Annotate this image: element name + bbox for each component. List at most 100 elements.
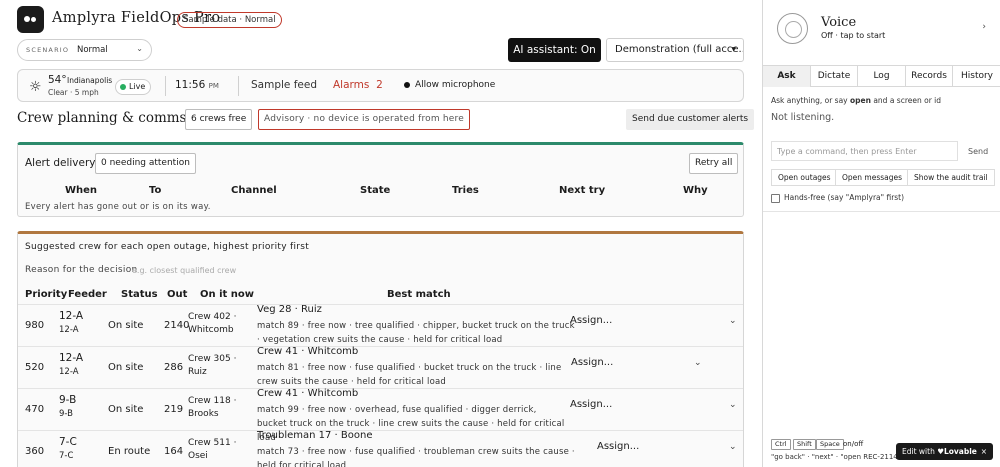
allow-microphone-button[interactable]: Allow microphone [404,80,495,90]
edit-with-lovable-badge[interactable]: Edit with ♥Lovable × [896,443,993,460]
command-input[interactable] [771,141,958,161]
weather-conditions: Clear · 5 mph [48,88,99,97]
live-badge: Live [115,79,152,95]
needing-attention-filter[interactable]: 0 needing attention [95,153,196,174]
feeder-sub-cell: 12-A [59,367,79,377]
alert-delivery-panel: Alert delivery 0 needing attention Retry… [17,142,744,217]
feeder-sub-cell: 7-C [59,451,74,461]
tab-dictate[interactable]: Dictate [811,66,858,87]
suggested-crew-panel: Suggested crew for each open outage, hig… [17,231,744,467]
on-it-now-cell: Crew 511 · Osei [188,438,237,461]
column-header: Tries [452,185,479,196]
hands-free-label: Hands-free (say "Amplyra" first) [784,193,905,202]
scenario-select[interactable]: SCENARIO Normal ⌄ [17,39,152,61]
temperature: 54° [48,74,67,86]
column-header: When [65,185,98,196]
open-messages-button[interactable]: Open messages [835,169,910,186]
status-cell: On site [108,320,144,331]
on-it-now-cell: Crew 402 · Whitcomb [188,312,237,335]
clock-time: 11:56 [175,79,206,91]
feed-label: Sample feed [251,79,317,91]
chevron-down-icon[interactable]: ⌄ [729,316,737,326]
alarms-link[interactable]: Alarms 2 [333,79,383,91]
ask-hint-text: and a screen or id [870,96,942,105]
retry-all-button[interactable]: Retry all [689,153,739,174]
chevron-down-icon[interactable]: ⌄ [694,358,702,368]
best-match-name: Veg 28 · Ruiz [257,304,322,315]
sample-data-badge: Sample data · Normal [177,12,282,28]
close-icon[interactable]: × [981,443,987,460]
scenario-value: Normal [77,45,108,55]
voice-tabs: Ask Dictate Log Records History [763,65,1000,87]
ai-assistant-button[interactable]: AI assistant: On [508,38,601,62]
alarms-label: Alarms [333,79,370,91]
tab-ask[interactable]: Ask [763,66,811,87]
app-logo [17,6,44,33]
assign-button[interactable]: Assign... [597,441,639,452]
lovable-brand: Lovable [943,447,977,456]
reason-input[interactable]: e.g. closest qualified crew [132,266,236,275]
feeder-cell: 12-A [59,352,84,364]
column-header: Status [121,289,158,300]
best-match-name: Troubleman 17 · Boone [257,430,373,441]
shortcut-label: on/off [843,440,864,448]
demonstration-select[interactable]: Demonstration (full acce... ▼ [606,38,744,62]
out-cell: 219 [164,404,184,415]
crews-free-badge: 6 crews free [185,109,253,130]
chevron-right-icon[interactable]: › [982,22,986,32]
assign-button[interactable]: Assign... [570,315,612,326]
status-cell: En route [108,446,151,457]
out-cell: 164 [164,446,184,457]
best-match-name: Crew 41 · Whitcomb [257,346,359,357]
out-cell: 2140 [164,320,190,331]
priority-cell: 470 [25,404,45,415]
voice-status[interactable]: Off · tap to start [821,31,885,40]
best-match-detail: match 73 · free now · fuse qualified · t… [257,447,575,467]
send-alerts-button[interactable]: Send due customer alerts [626,109,755,130]
tab-history[interactable]: History [953,66,1000,87]
triangle-down-icon: ▼ [731,46,736,53]
chevron-down-icon[interactable]: ⌄ [729,400,737,410]
best-match-detail: match 89 · free now · tree qualified · c… [257,321,575,345]
column-header: On it now [200,289,255,300]
key-space: Space [816,439,844,450]
status-bar: ☼ 54° Indianapolis Clear · 5 mph Live 11… [17,69,744,102]
hands-free-checkbox[interactable] [771,194,780,203]
column-header: Why [683,185,708,196]
status-cell: On site [108,404,144,415]
feeder-sub-cell: 12-A [59,325,79,335]
voice-panel: Voice Off · tap to start › Ask Dictate L… [762,0,1000,467]
tab-records[interactable]: Records [906,66,953,87]
alarms-count: 2 [376,79,383,91]
assign-button[interactable]: Assign... [571,357,613,368]
best-match-detail: match 81 · free now · fuse qualified · b… [257,363,562,387]
edit-with-label: Edit with [902,447,935,456]
column-header: Feeder [68,289,107,300]
clock: 11:56 PM [175,79,219,91]
column-header: Out [167,289,188,300]
header: Amplyra FieldOps Pro Sample data · Norma… [0,0,762,68]
page-title: Crew planning & comms log [17,110,212,126]
table-row: 470 9-B 9-B On site 219 Crew 118 · Brook… [18,388,743,443]
on-it-now-cell: Crew 118 · Brooks [188,396,237,419]
tab-log[interactable]: Log [858,66,906,87]
send-button[interactable]: Send [968,147,988,156]
divider [165,76,166,96]
column-header: To [149,185,162,196]
open-outages-button[interactable]: Open outages [771,169,838,186]
voice-logo-icon[interactable] [777,13,808,44]
clock-ampm: PM [208,82,219,90]
chevron-down-icon[interactable]: ⌄ [729,442,737,452]
divider [763,211,1000,212]
key-shift: Shift [793,439,816,450]
chevron-down-icon: ⌄ [136,44,143,53]
column-header: Best match [387,289,451,300]
feeder-cell: 7-C [59,436,77,448]
priority-cell: 360 [25,446,45,457]
audit-trail-button[interactable]: Show the audit trail [907,169,995,186]
scenario-label: SCENARIO [26,46,70,54]
voice-command-hints: "go back" · "next" · "open REC-2114" [771,453,901,461]
assign-button[interactable]: Assign... [570,399,612,410]
column-header: State [360,185,391,196]
priority-cell: 980 [25,320,45,331]
